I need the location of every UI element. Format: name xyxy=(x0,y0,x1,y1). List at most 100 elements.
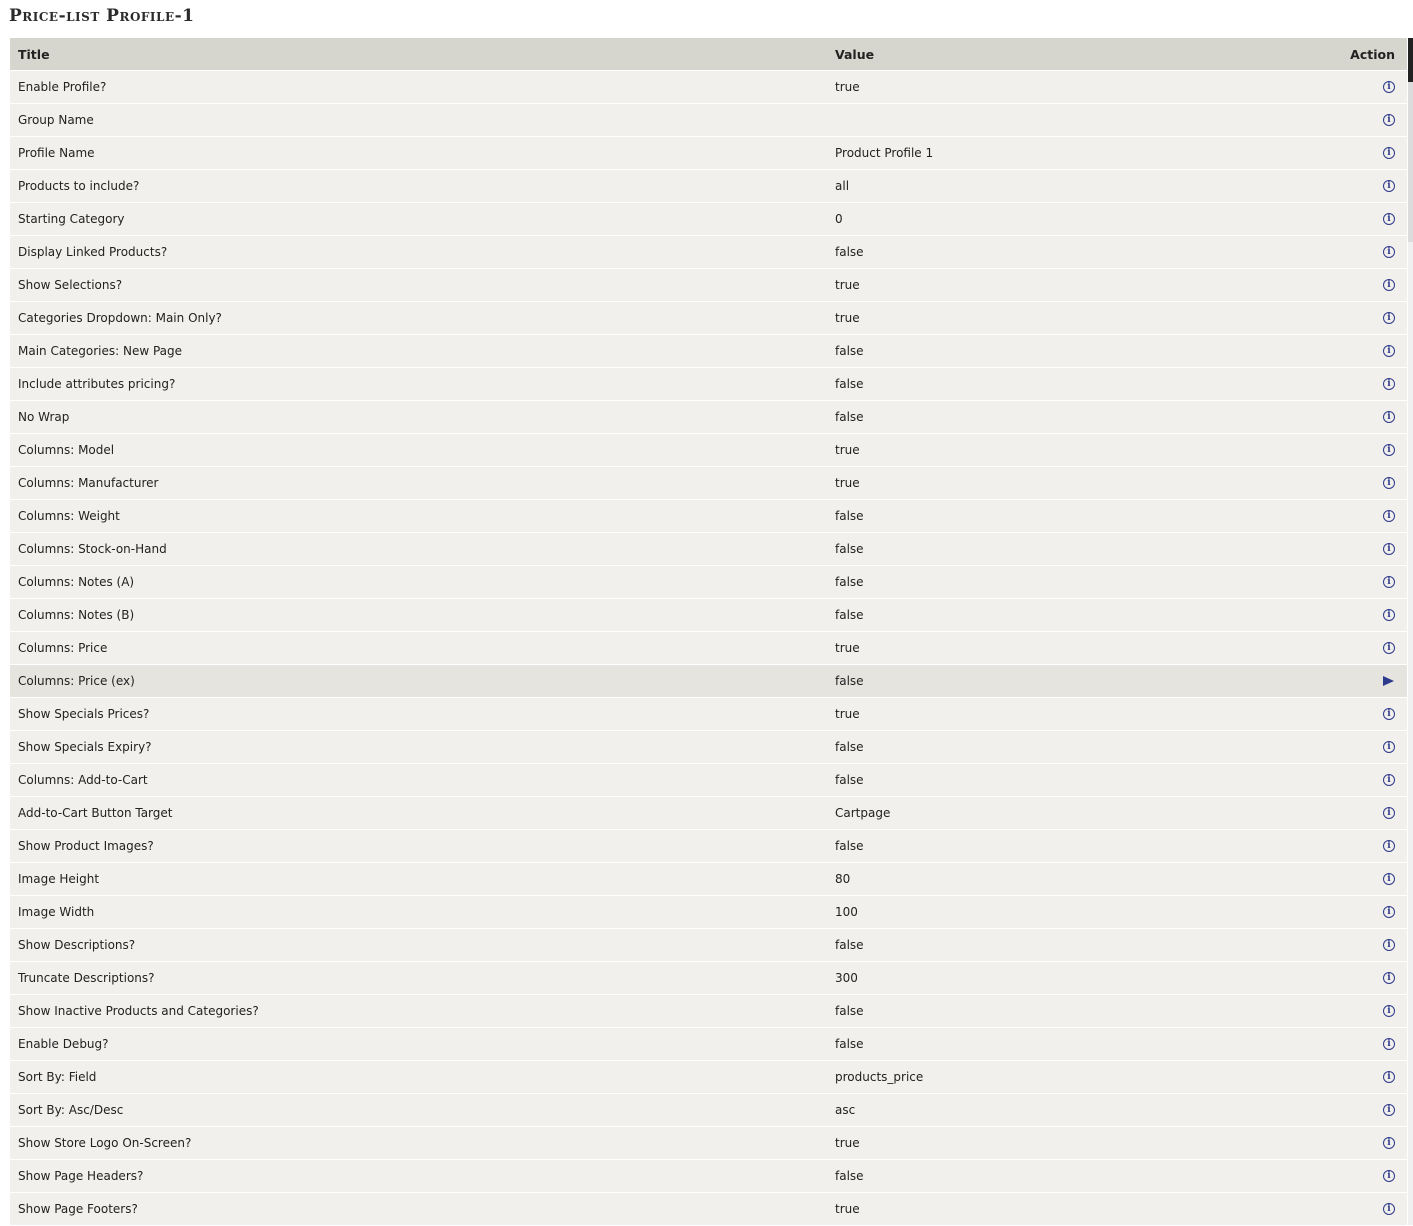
info-icon[interactable]: i xyxy=(1383,906,1395,918)
table-row[interactable]: Sort By: Field products_price i xyxy=(10,1061,1407,1094)
row-action[interactable]: i xyxy=(1327,510,1407,522)
row-action[interactable]: i xyxy=(1327,213,1407,225)
row-action[interactable]: i xyxy=(1327,642,1407,654)
row-action[interactable]: i xyxy=(1327,411,1407,423)
info-icon[interactable]: i xyxy=(1383,81,1395,93)
info-icon[interactable]: i xyxy=(1383,1104,1395,1116)
info-icon[interactable]: i xyxy=(1383,741,1395,753)
row-action[interactable]: i xyxy=(1327,147,1407,159)
info-icon[interactable]: i xyxy=(1383,642,1395,654)
table-row[interactable]: Columns: Price true i xyxy=(10,632,1407,665)
table-row[interactable]: Columns: Notes (B) false i xyxy=(10,599,1407,632)
info-icon[interactable]: i xyxy=(1383,510,1395,522)
table-row[interactable]: Products to include? all i xyxy=(10,170,1407,203)
info-icon[interactable]: i xyxy=(1383,345,1395,357)
table-row[interactable]: Group Name i xyxy=(10,104,1407,137)
row-action[interactable]: i xyxy=(1327,444,1407,456)
row-action[interactable]: i xyxy=(1327,246,1407,258)
table-row[interactable]: Columns: Weight false i xyxy=(10,500,1407,533)
info-icon[interactable]: i xyxy=(1383,1137,1395,1149)
row-action[interactable]: i xyxy=(1327,1104,1407,1116)
table-row[interactable]: Enable Profile? true i xyxy=(10,71,1407,104)
info-icon[interactable]: i xyxy=(1383,840,1395,852)
table-row[interactable]: Columns: Stock-on-Hand false i xyxy=(10,533,1407,566)
info-icon[interactable]: i xyxy=(1383,1203,1395,1215)
row-action[interactable]: i xyxy=(1327,1203,1407,1215)
row-action[interactable]: i xyxy=(1327,114,1407,126)
table-row[interactable]: Image Height 80 i xyxy=(10,863,1407,896)
table-row[interactable]: Show Page Footers? true i xyxy=(10,1193,1407,1226)
row-action[interactable] xyxy=(1327,676,1407,686)
row-action[interactable]: i xyxy=(1327,708,1407,720)
arrow-right-icon[interactable] xyxy=(1383,676,1394,686)
info-icon[interactable]: i xyxy=(1383,939,1395,951)
table-row[interactable]: Categories Dropdown: Main Only? true i xyxy=(10,302,1407,335)
table-row[interactable]: Show Product Images? false i xyxy=(10,830,1407,863)
info-icon[interactable]: i xyxy=(1383,246,1395,258)
row-action[interactable]: i xyxy=(1327,609,1407,621)
row-action[interactable]: i xyxy=(1327,81,1407,93)
row-action[interactable]: i xyxy=(1327,972,1407,984)
info-icon[interactable]: i xyxy=(1383,708,1395,720)
table-row[interactable]: Display Linked Products? false i xyxy=(10,236,1407,269)
table-row[interactable]: Include attributes pricing? false i xyxy=(10,368,1407,401)
table-row[interactable]: Show Descriptions? false i xyxy=(10,929,1407,962)
row-action[interactable]: i xyxy=(1327,576,1407,588)
table-row[interactable]: No Wrap false i xyxy=(10,401,1407,434)
table-row[interactable]: Show Specials Expiry? false i xyxy=(10,731,1407,764)
info-icon[interactable]: i xyxy=(1383,873,1395,885)
table-row[interactable]: Starting Category 0 i xyxy=(10,203,1407,236)
info-icon[interactable]: i xyxy=(1383,576,1395,588)
info-icon[interactable]: i xyxy=(1383,279,1395,291)
table-row[interactable]: Show Specials Prices? true i xyxy=(10,698,1407,731)
info-icon[interactable]: i xyxy=(1383,543,1395,555)
info-icon[interactable]: i xyxy=(1383,180,1395,192)
info-icon[interactable]: i xyxy=(1383,972,1395,984)
table-row[interactable]: Columns: Notes (A) false i xyxy=(10,566,1407,599)
row-action[interactable]: i xyxy=(1327,180,1407,192)
table-row[interactable]: Show Page Headers? false i xyxy=(10,1160,1407,1193)
row-action[interactable]: i xyxy=(1327,807,1407,819)
info-icon[interactable]: i xyxy=(1383,1005,1395,1017)
table-row[interactable]: Columns: Add-to-Cart false i xyxy=(10,764,1407,797)
info-icon[interactable]: i xyxy=(1383,1038,1395,1050)
table-row[interactable]: Columns: Model true i xyxy=(10,434,1407,467)
table-row[interactable]: Add-to-Cart Button Target Cartpage i xyxy=(10,797,1407,830)
info-icon[interactable]: i xyxy=(1383,444,1395,456)
row-action[interactable]: i xyxy=(1327,312,1407,324)
info-icon[interactable]: i xyxy=(1383,411,1395,423)
row-action[interactable]: i xyxy=(1327,477,1407,489)
info-icon[interactable]: i xyxy=(1383,807,1395,819)
info-icon[interactable]: i xyxy=(1383,213,1395,225)
table-row[interactable]: Show Inactive Products and Categories? fa… xyxy=(10,995,1407,1028)
table-row[interactable]: Show Selections? true i xyxy=(10,269,1407,302)
row-action[interactable]: i xyxy=(1327,1005,1407,1017)
info-icon[interactable]: i xyxy=(1383,1170,1395,1182)
info-icon[interactable]: i xyxy=(1383,147,1395,159)
table-row[interactable]: Sort By: Asc/Desc asc i xyxy=(10,1094,1407,1127)
info-icon[interactable]: i xyxy=(1383,114,1395,126)
scrollbar-thumb[interactable] xyxy=(1408,38,1413,82)
table-row[interactable]: Enable Debug? false i xyxy=(10,1028,1407,1061)
row-action[interactable]: i xyxy=(1327,345,1407,357)
table-row[interactable]: Truncate Descriptions? 300 i xyxy=(10,962,1407,995)
table-row[interactable]: Columns: Price (ex) false xyxy=(10,665,1407,698)
row-action[interactable]: i xyxy=(1327,1071,1407,1083)
info-icon[interactable]: i xyxy=(1383,774,1395,786)
row-action[interactable]: i xyxy=(1327,279,1407,291)
row-action[interactable]: i xyxy=(1327,1170,1407,1182)
row-action[interactable]: i xyxy=(1327,741,1407,753)
row-action[interactable]: i xyxy=(1327,1137,1407,1149)
row-action[interactable]: i xyxy=(1327,1038,1407,1050)
table-row[interactable]: Profile Name Product Profile 1 i xyxy=(10,137,1407,170)
table-row[interactable]: Main Categories: New Page false i xyxy=(10,335,1407,368)
table-row[interactable]: Columns: Manufacturer true i xyxy=(10,467,1407,500)
row-action[interactable]: i xyxy=(1327,378,1407,390)
info-icon[interactable]: i xyxy=(1383,609,1395,621)
row-action[interactable]: i xyxy=(1327,774,1407,786)
info-icon[interactable]: i xyxy=(1383,477,1395,489)
row-action[interactable]: i xyxy=(1327,873,1407,885)
row-action[interactable]: i xyxy=(1327,939,1407,951)
info-icon[interactable]: i xyxy=(1383,312,1395,324)
info-icon[interactable]: i xyxy=(1383,1071,1395,1083)
